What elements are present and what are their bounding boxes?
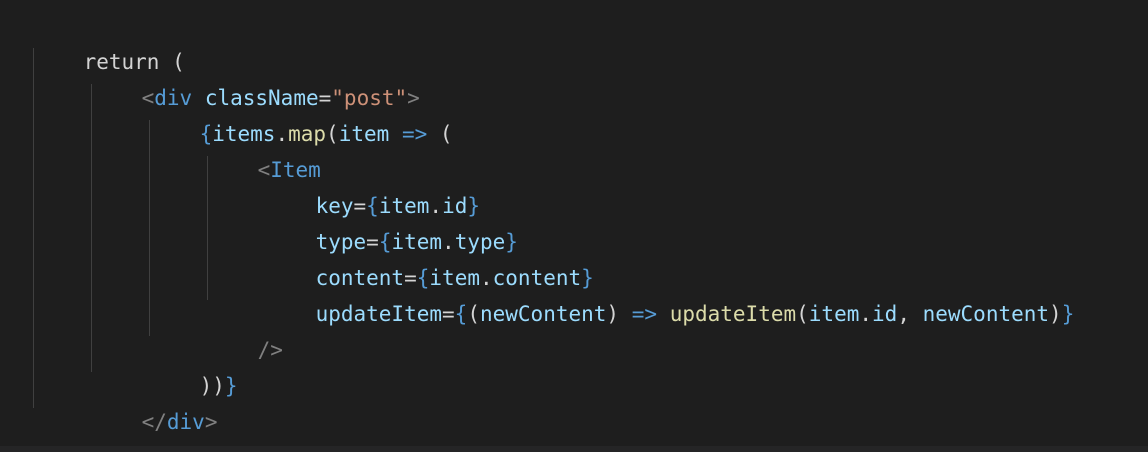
code-line-9[interactable]: /> bbox=[207, 296, 283, 362]
var-item: item bbox=[808, 302, 860, 326]
tag-name-div: div bbox=[166, 410, 205, 434]
fn-updateitem: updateItem bbox=[669, 302, 797, 326]
tag-close-open: </ bbox=[141, 410, 167, 434]
paren: ) bbox=[1049, 302, 1062, 326]
code-line-7[interactable]: content={item.content} bbox=[265, 224, 594, 290]
code-line-2[interactable]: <div className="post"> bbox=[91, 44, 420, 110]
code-editor[interactable]: return ( <div className="post"> {items.m… bbox=[0, 0, 1148, 452]
paren: ( bbox=[796, 302, 809, 326]
code-line-5[interactable]: key={item.id} bbox=[265, 152, 480, 218]
code-line-12[interactable]: ); bbox=[33, 404, 109, 452]
paren: ( bbox=[326, 122, 339, 146]
paren: ( bbox=[467, 302, 480, 326]
prop-id: id bbox=[872, 302, 898, 326]
paren: ) bbox=[606, 302, 620, 326]
brace: { bbox=[454, 302, 468, 326]
paren: ( bbox=[427, 122, 453, 146]
code-line-11[interactable]: </div> bbox=[91, 368, 218, 434]
var-newcontent: newContent bbox=[922, 302, 1050, 326]
code-line-6[interactable]: type={item.type} bbox=[265, 188, 518, 254]
comma: , bbox=[897, 302, 923, 326]
attr-updateitem: updateItem bbox=[315, 302, 443, 326]
arrow: => bbox=[631, 302, 658, 326]
self-closing-tag: /> bbox=[257, 338, 283, 362]
code-line-10[interactable]: ))} bbox=[149, 332, 238, 398]
arrow: => bbox=[401, 122, 428, 146]
editor-bottom-edge bbox=[0, 446, 1148, 452]
jsx-brace-close: } bbox=[224, 374, 238, 398]
tag-close-bracket: > bbox=[204, 410, 218, 434]
code-line-8[interactable]: updateItem={(newContent) => updateItem(i… bbox=[265, 260, 1075, 326]
code-line-1[interactable]: return ( bbox=[33, 8, 185, 74]
brace: } bbox=[1061, 302, 1075, 326]
equals: = bbox=[442, 302, 455, 326]
code-line-3[interactable]: {items.map(item => ( bbox=[149, 80, 453, 146]
param-item: item bbox=[338, 122, 390, 146]
dot: . bbox=[859, 302, 873, 326]
code-line-4[interactable]: <Item bbox=[207, 116, 321, 182]
param-newcontent: newContent bbox=[479, 302, 607, 326]
